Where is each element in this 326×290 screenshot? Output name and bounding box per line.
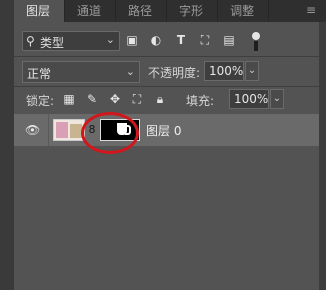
lock-row: 锁定: ▦ ✎ ✥ ⛶ 🔒︎ 填充: 100% ⌄: [14, 88, 319, 112]
opacity-label: 不透明度:: [148, 66, 201, 80]
scrollbar[interactable]: [319, 22, 326, 290]
panel-left-edge: [0, 0, 14, 290]
lock-transparent-icon[interactable]: ▦: [62, 92, 76, 106]
opacity-field[interactable]: 100%: [204, 61, 244, 81]
fill-field[interactable]: 100%: [229, 89, 269, 109]
chevron-down-icon: ⌄: [105, 33, 115, 46]
search-icon: ⚲: [26, 34, 35, 48]
annotation-circle: [81, 112, 139, 154]
filter-row: ⚲ 类型 ⌄ ▣ ◐ T ⛶ ▤: [14, 28, 319, 56]
blend-row: 正常 ⌄ 不透明度: 100% ⌄: [14, 58, 319, 86]
layer-row[interactable]: 👁︎ 8 图层 0: [14, 114, 319, 146]
shape-filter-icon[interactable]: ⛶: [198, 33, 212, 47]
panel-tab-bar: 图层 通道 路径 字形 调整: [14, 0, 326, 22]
lock-position-icon[interactable]: ✥: [108, 92, 122, 106]
divider: [14, 56, 319, 57]
divider: [14, 86, 319, 87]
filter-toggle[interactable]: [252, 32, 260, 52]
divider: [48, 114, 49, 146]
opacity-slider-dropdown[interactable]: ⌄: [245, 61, 259, 81]
smart-object-filter-icon[interactable]: ▤: [222, 33, 236, 47]
tab-glyphs[interactable]: 字形: [167, 0, 219, 22]
fill-slider-dropdown[interactable]: ⌄: [270, 89, 284, 109]
tab-layers[interactable]: 图层: [14, 0, 66, 22]
layer-filter-select[interactable]: ⚲ 类型 ⌄: [22, 31, 120, 51]
lock-all-icon[interactable]: 🔒︎: [153, 92, 167, 106]
eye-icon[interactable]: 👁︎: [25, 123, 40, 137]
chevron-down-icon: ⌄: [125, 65, 135, 78]
tab-channels[interactable]: 通道: [65, 0, 117, 22]
type-filter-icon[interactable]: T: [174, 33, 188, 47]
blend-mode-value: 正常: [27, 67, 52, 81]
tab-adjustments[interactable]: 调整: [218, 0, 270, 22]
blend-mode-select[interactable]: 正常 ⌄: [22, 61, 140, 83]
filter-type-label: 类型: [40, 36, 65, 50]
lock-image-icon[interactable]: ✎: [85, 92, 99, 106]
layer-name[interactable]: 图层 0: [146, 122, 181, 139]
image-filter-icon[interactable]: ▣: [125, 33, 139, 47]
lock-label: 锁定:: [26, 94, 55, 108]
lock-artboard-icon[interactable]: ⛶: [130, 92, 144, 106]
hamburger-icon[interactable]: ≡: [304, 3, 318, 17]
tab-paths[interactable]: 路径: [116, 0, 168, 22]
fill-label: 填充:: [186, 94, 215, 108]
adjustment-filter-icon[interactable]: ◐: [149, 33, 163, 47]
